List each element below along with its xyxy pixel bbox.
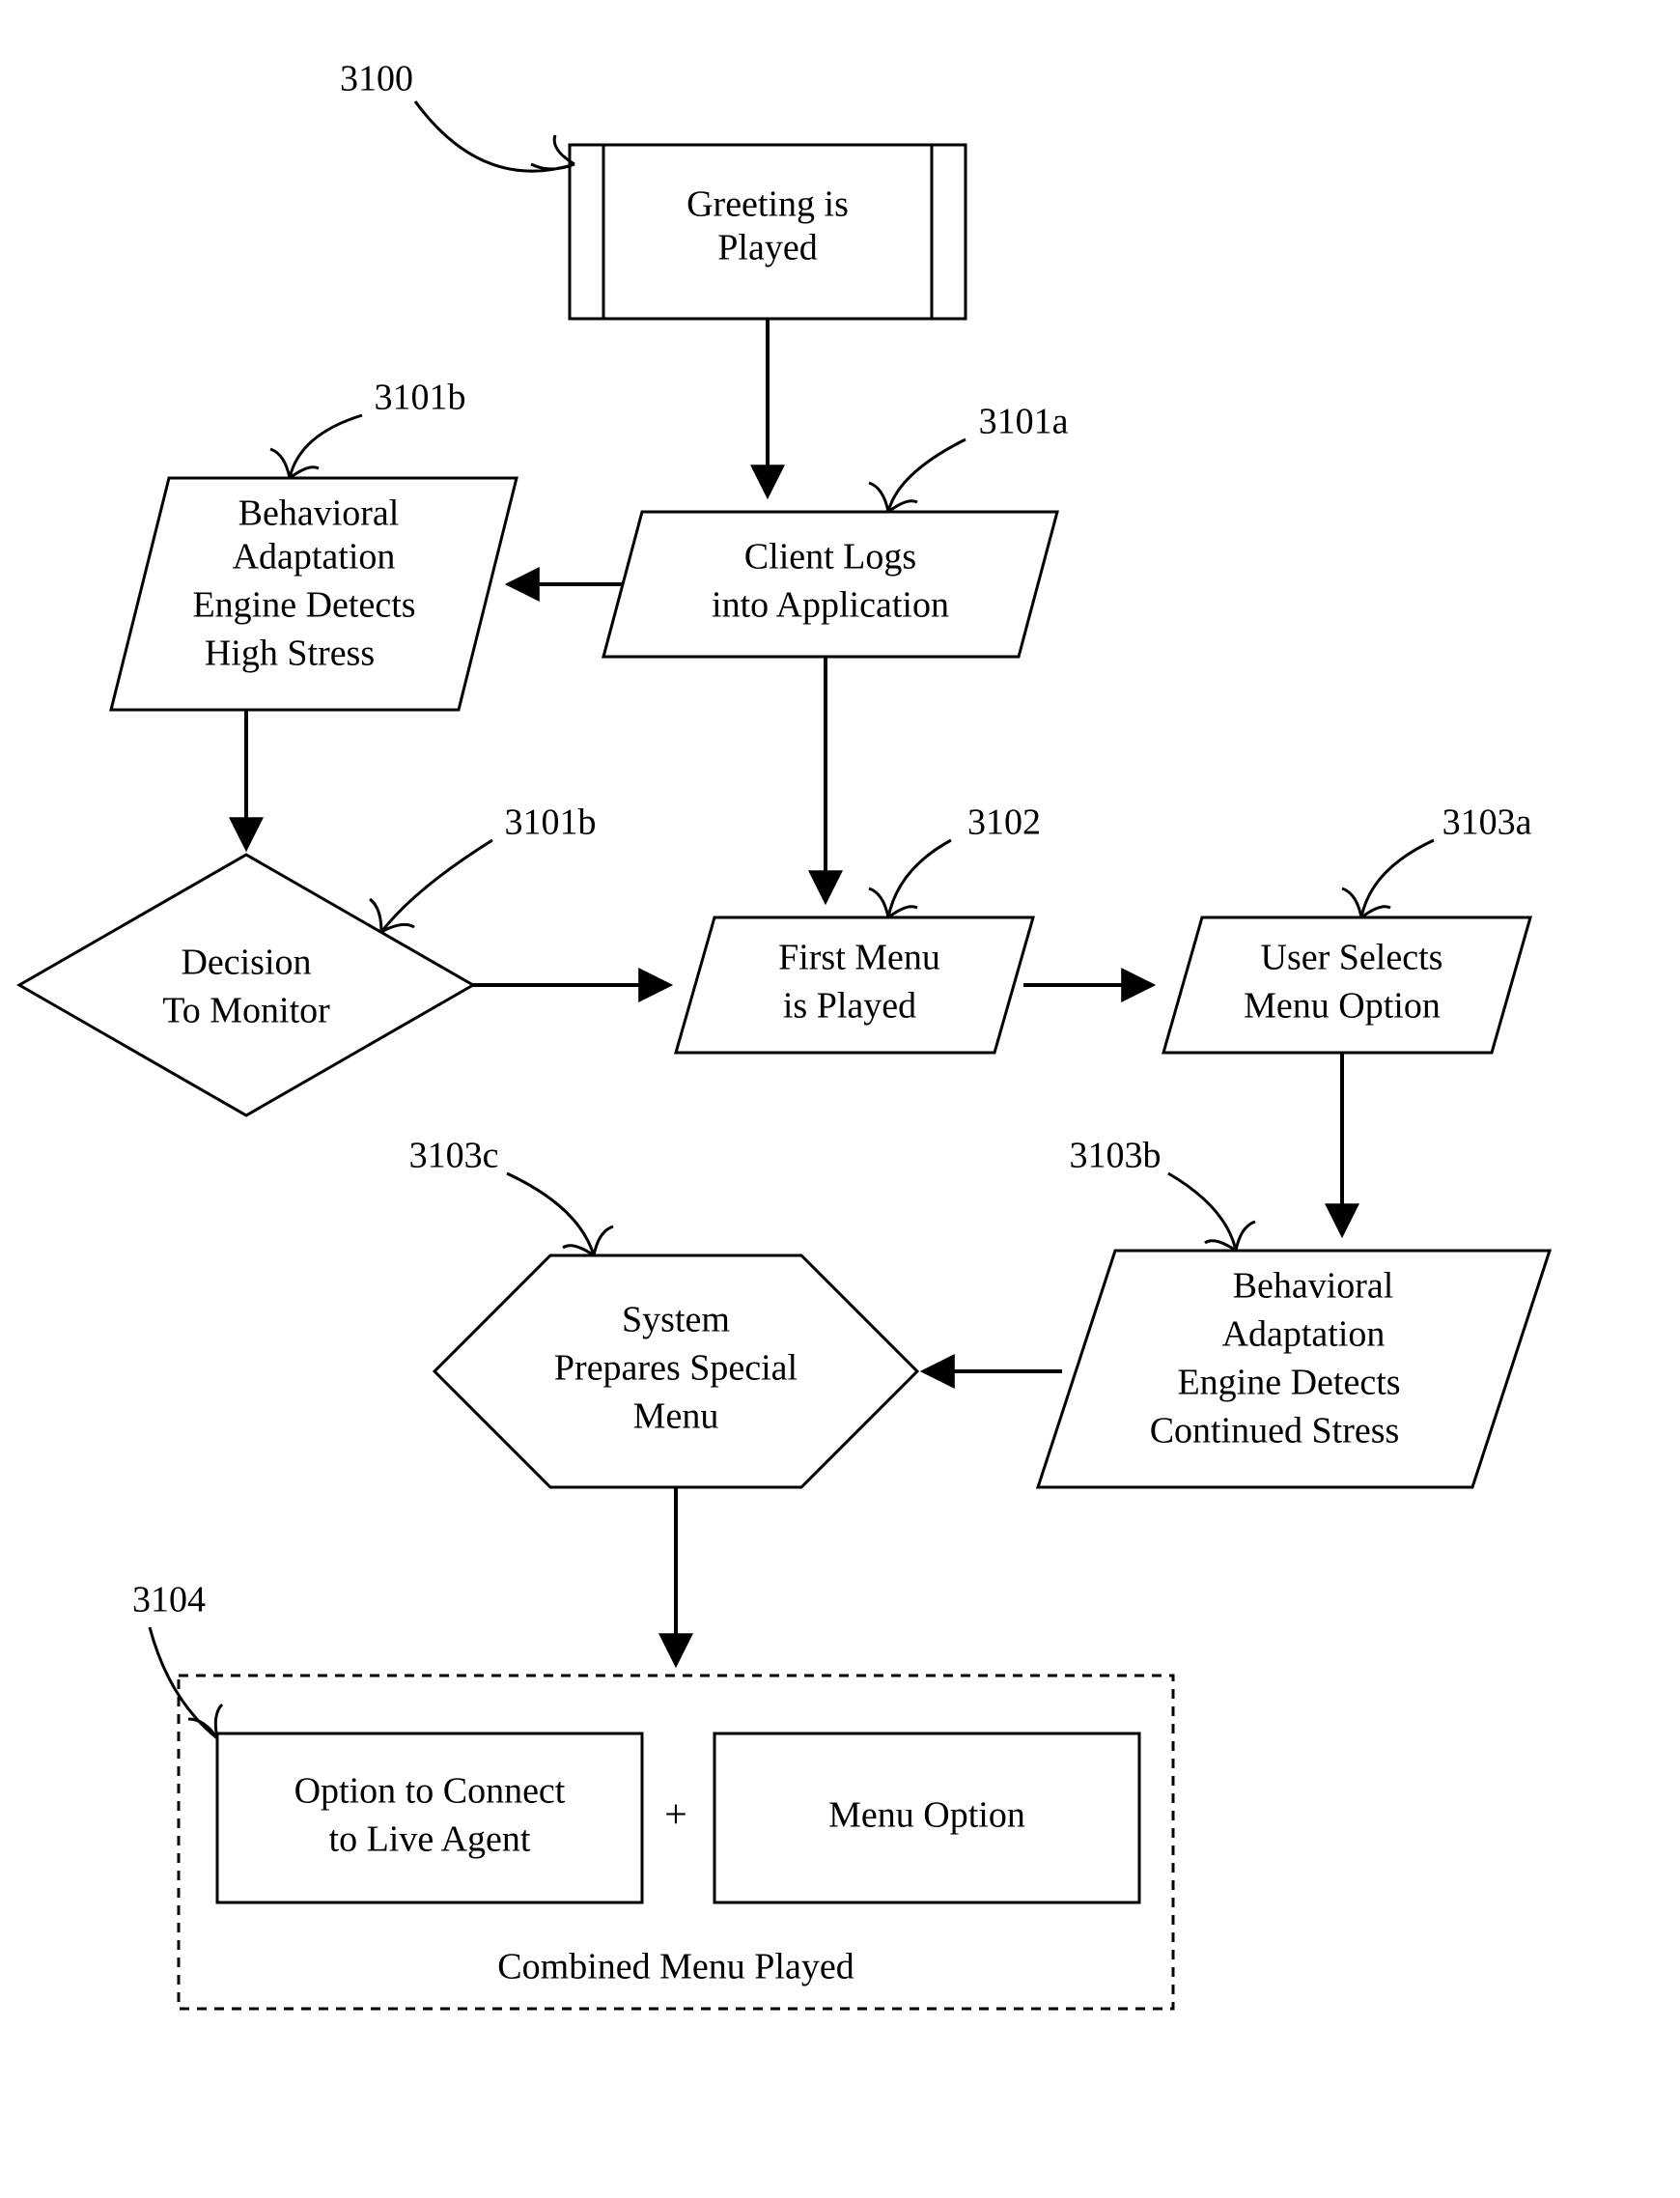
combined-left-l1: Option to Connect [294, 1771, 566, 1812]
stress1-l1: Behavioral [238, 493, 400, 534]
node-greeting: Greeting is Played [570, 145, 966, 319]
stress2-l1: Behavioral [1233, 1266, 1394, 1307]
firstmenu-l1: First Menu [778, 938, 940, 978]
label-3103a: 3103a [1442, 803, 1532, 843]
combined-right: Menu Option [828, 1795, 1025, 1836]
userselect-l1: User Selects [1261, 938, 1443, 978]
login-line1: Client Logs [744, 537, 916, 578]
greeting-line2: Played [717, 228, 817, 268]
flowchart: Greeting is Played 3100 Client Logs into… [0, 0, 1680, 2198]
callout-3103c [507, 1173, 613, 1255]
stress1-l3: Engine Detects [192, 585, 415, 626]
label-3103c: 3103c [409, 1136, 499, 1176]
stress1-l2: Adaptation [233, 537, 396, 578]
decision-l1: Decision [181, 943, 311, 983]
stress2-l3: Engine Detects [1177, 1363, 1400, 1403]
callout-3104 [150, 1627, 222, 1738]
combined-plus: + [664, 1793, 687, 1838]
label-3101a: 3101a [979, 402, 1069, 442]
callout-3102 [869, 840, 951, 917]
label-3100: 3100 [340, 59, 413, 99]
callout-3101b-top [270, 415, 362, 478]
stress2-l2: Adaptation [1222, 1314, 1386, 1355]
node-decision: Decision To Monitor [19, 855, 473, 1115]
combined-left-l2: to Live Agent [329, 1819, 531, 1860]
prepare-l1: System [622, 1300, 730, 1340]
firstmenu-l2: is Played [783, 986, 916, 1027]
decision-l2: To Monitor [162, 991, 330, 1031]
callout-3103b [1168, 1173, 1255, 1251]
node-login: Client Logs into Application [603, 512, 1057, 657]
prepare-l2: Prepares Special [554, 1348, 798, 1389]
label-3101b-mid: 3101b [505, 803, 597, 843]
label-3102: 3102 [967, 803, 1041, 843]
node-stress1: Behavioral Adaptation Engine Detects Hig… [111, 478, 517, 710]
userselect-l2: Menu Option [1244, 986, 1441, 1027]
label-3101b-top: 3101b [375, 378, 466, 418]
label-3104: 3104 [132, 1580, 206, 1620]
login-line2: into Application [712, 585, 949, 626]
node-userselect: User Selects Menu Option [1163, 917, 1530, 1053]
callout-3101b-mid [370, 840, 492, 932]
combined-caption: Combined Menu Played [497, 1947, 854, 1987]
node-stress2: Behavioral Adaptation Engine Detects Con… [1038, 1251, 1550, 1487]
callout-3103a [1342, 840, 1434, 917]
node-firstmenu: First Menu is Played [676, 917, 1033, 1053]
node-combined: Option to Connect to Live Agent + Menu O… [179, 1676, 1173, 2009]
callout-3101a [869, 439, 966, 512]
stress1-l4: High Stress [205, 634, 375, 674]
node-prepare: System Prepares Special Menu [434, 1255, 917, 1487]
callout-3100 [415, 101, 574, 171]
stress2-l4: Continued Stress [1150, 1411, 1400, 1451]
label-3103b: 3103b [1070, 1136, 1162, 1176]
greeting-line1: Greeting is [686, 184, 849, 225]
prepare-l3: Menu [633, 1396, 719, 1437]
